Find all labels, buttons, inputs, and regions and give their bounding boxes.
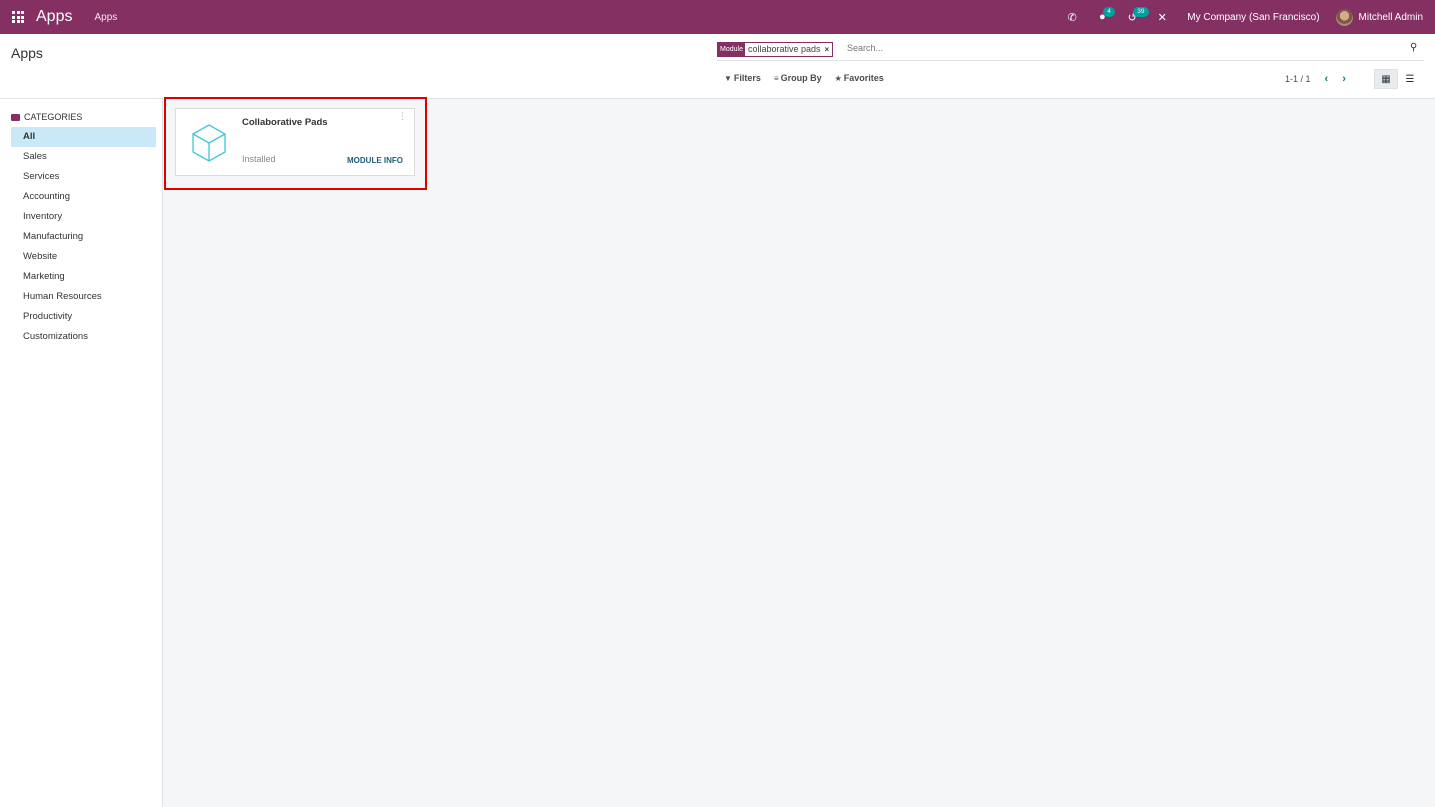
categories-header: CATEGORIES — [0, 112, 162, 122]
user-menu[interactable]: Mitchell Admin — [1335, 8, 1423, 26]
search-icon[interactable]: ⚲ — [1410, 42, 1424, 56]
pager-next-icon[interactable]: › — [1342, 73, 1346, 85]
categories-sidebar: CATEGORIES All Sales Services Accounting… — [0, 99, 163, 807]
pager-previous-icon[interactable]: ‹ — [1325, 73, 1329, 85]
star-icon: ★ — [834, 74, 842, 83]
category-marketing[interactable]: Marketing — [11, 267, 156, 287]
group-by-button[interactable]: ≡ Group By — [774, 73, 822, 83]
category-all[interactable]: All — [11, 127, 156, 147]
avatar — [1335, 8, 1353, 26]
phone-icon[interactable]: ✆ — [1057, 0, 1087, 34]
pager: 1-1 / 1 ‹ › — [1285, 73, 1346, 85]
messages-badge: 4 — [1103, 7, 1115, 17]
control-panel: Apps Module collaborative pads × ⚲ ▼Filte… — [0, 34, 1435, 99]
search-facet: Module collaborative pads × — [717, 42, 834, 57]
kanban-icon: ▦ — [1381, 73, 1391, 85]
debug-tools-icon[interactable]: ✕ — [1147, 0, 1177, 34]
favorites-button[interactable]: ★ Favorites — [835, 73, 884, 83]
filters-button[interactable]: ▼ Filters — [724, 73, 761, 83]
app-menu-icon[interactable] — [12, 11, 24, 23]
page-title: Apps — [11, 45, 43, 61]
kanban-content: Collaborative Pads Installed MODULE INFO… — [163, 97, 1435, 807]
messages-icon[interactable]: ● 4 — [1087, 0, 1117, 34]
list-icon: ☰ — [1405, 73, 1415, 85]
pager-value[interactable]: 1-1 / 1 — [1285, 74, 1311, 84]
category-website[interactable]: Website — [11, 247, 156, 267]
list-view-button[interactable]: ☰ — [1398, 69, 1422, 89]
top-navbar: Apps Apps ✆ ● 4 ↺ 39 ✕ My Company (San Fra… — [0, 0, 1435, 34]
folder-icon — [11, 113, 20, 121]
facet-label: Module — [718, 43, 745, 56]
card-menu-icon[interactable]: ⋮ — [398, 112, 407, 121]
module-status: Installed — [242, 154, 276, 164]
remove-facet-icon[interactable]: × — [825, 45, 830, 54]
facet-value: collaborative pads — [747, 44, 821, 54]
category-inventory[interactable]: Inventory — [11, 207, 156, 227]
category-manufacturing[interactable]: Manufacturing — [11, 227, 156, 247]
kanban-view-button[interactable]: ▦ — [1374, 69, 1398, 89]
category-services[interactable]: Services — [11, 167, 156, 187]
app-brand[interactable]: Apps — [36, 8, 72, 26]
search-bar: Module collaborative pads × ⚲ — [717, 42, 1424, 61]
company-switcher[interactable]: My Company (San Francisco) — [1187, 12, 1319, 23]
group-by-icon: ≡ — [773, 74, 779, 83]
category-productivity[interactable]: Productivity — [11, 307, 156, 327]
category-sales[interactable]: Sales — [11, 147, 156, 167]
category-customizations[interactable]: Customizations — [11, 327, 156, 347]
search-input[interactable] — [847, 43, 1347, 53]
module-info-button[interactable]: MODULE INFO — [347, 156, 403, 165]
user-name: Mitchell Admin — [1358, 11, 1423, 23]
category-accounting[interactable]: Accounting — [11, 187, 156, 207]
module-cube-icon — [192, 124, 226, 162]
filter-icon: ▼ — [724, 74, 732, 83]
menu-apps[interactable]: Apps — [94, 12, 117, 23]
module-card[interactable]: Collaborative Pads Installed MODULE INFO… — [175, 108, 415, 176]
module-name: Collaborative Pads — [242, 117, 328, 128]
activities-icon[interactable]: ↺ 39 — [1117, 0, 1149, 34]
activities-badge: 39 — [1133, 7, 1149, 17]
category-human-resources[interactable]: Human Resources — [11, 287, 156, 307]
